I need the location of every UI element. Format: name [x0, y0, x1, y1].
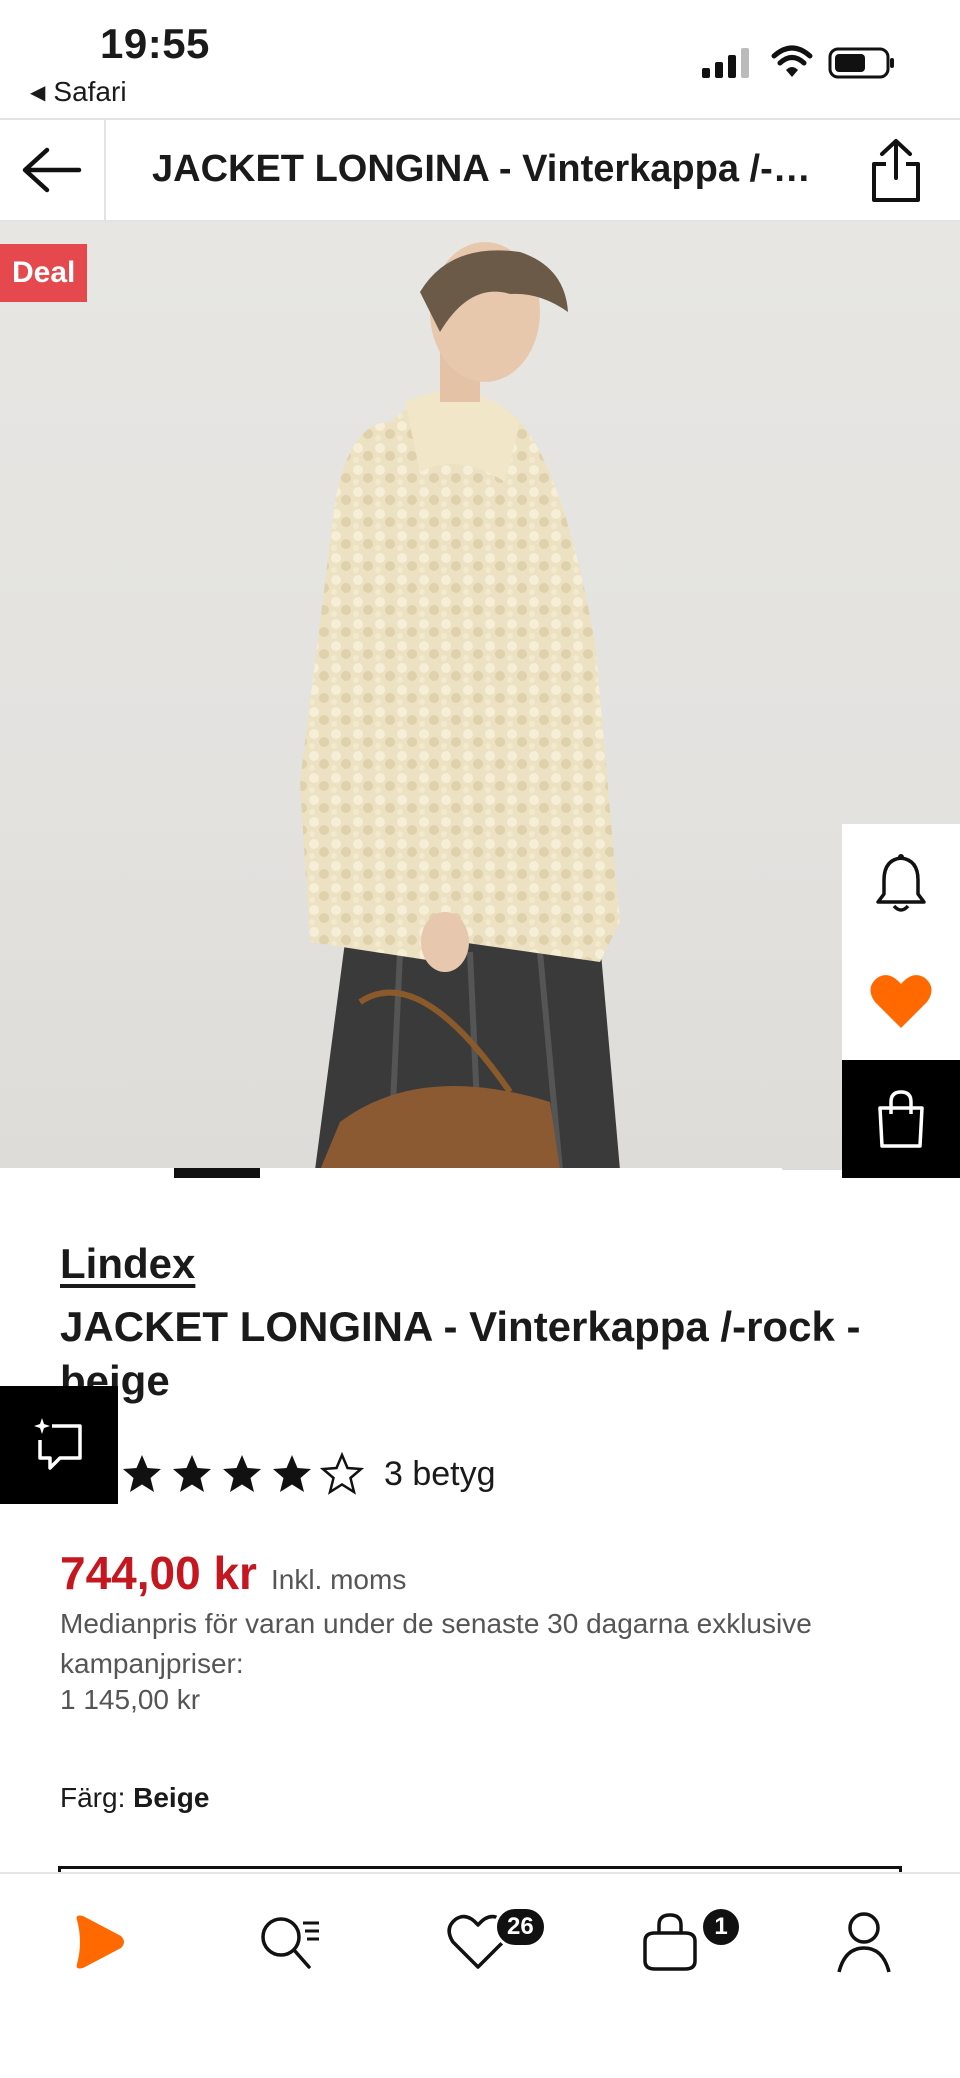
tax-note: Inkl. moms: [270, 1564, 407, 1595]
star-filled-icon: [273, 1455, 311, 1492]
star-filled-icon: [173, 1455, 211, 1492]
bag-icon: [878, 1090, 924, 1148]
color-value: Beige: [133, 1782, 210, 1813]
rating-count: 3 betyg: [384, 1454, 496, 1493]
carousel-active-dot: [174, 1168, 260, 1178]
page-title: JACKET LONGINA - Vinterkappa /-rock - be…: [152, 148, 812, 190]
color-row: Färg: Beige: [60, 1782, 209, 1814]
wishlist-toggle-button[interactable]: [842, 942, 960, 1060]
tab-home[interactable]: [46, 1902, 146, 1982]
product-name: JACKET LONGINA - Vinterkappa /-rock - be…: [60, 1303, 861, 1404]
side-actions: [842, 824, 960, 1178]
wifi-icon: [771, 45, 813, 77]
home-icon: [76, 1915, 124, 1969]
sparkle-chat-icon: [34, 1418, 82, 1470]
cart-icon: [643, 1913, 697, 1971]
image-carousel-indicator: [0, 1168, 960, 1178]
tab-bar: 26 1: [0, 1872, 960, 2078]
price: 744,00 kr: [60, 1547, 257, 1599]
signal-icon: [702, 48, 749, 78]
brand-link[interactable]: Lindex: [60, 1240, 195, 1288]
add-to-bag-button[interactable]: [842, 1060, 960, 1178]
product-image[interactable]: [0, 222, 960, 1170]
back-arrow-icon: [22, 147, 82, 193]
status-bar: 19:55 ◀ Safari: [0, 0, 960, 118]
price-alert-button[interactable]: [842, 824, 960, 942]
search-icon: [261, 1917, 319, 1969]
rating[interactable]: 3 betyg: [120, 1452, 496, 1496]
price-row: 744,00 kr Inkl. moms: [60, 1546, 406, 1600]
model-photo: [300, 242, 620, 1170]
back-to-safari[interactable]: ◀ Safari: [30, 76, 127, 108]
star-empty-icon: [320, 1452, 364, 1495]
cart-count-badge: 1: [700, 1906, 742, 1948]
status-time: 19:55: [100, 20, 210, 67]
back-app-label: Safari: [53, 76, 127, 107]
tab-search[interactable]: [240, 1902, 340, 1982]
bell-icon: [876, 854, 926, 912]
median-price-note: Medianpris för varan under de senaste 30…: [60, 1608, 812, 1679]
median-price: 1 145,00 kr: [60, 1684, 201, 1715]
share-icon[interactable]: [866, 138, 926, 204]
tab-profile[interactable]: [814, 1902, 914, 1982]
heart-icon: [870, 975, 932, 1028]
star-filled-icon: [123, 1455, 161, 1492]
star-filled-icon: [223, 1455, 261, 1492]
color-label: Färg:: [60, 1782, 126, 1813]
nav-bar: JACKET LONGINA - Vinterkappa /-rock - be…: [0, 118, 960, 222]
deal-badge: Deal: [0, 244, 88, 302]
back-triangle-icon: ◀: [30, 81, 46, 104]
wishlist-count-badge: 26: [494, 1906, 547, 1948]
back-button[interactable]: [0, 120, 106, 220]
profile-icon: [837, 1912, 891, 1973]
ai-assistant-button[interactable]: [0, 1386, 118, 1504]
carousel-track: [0, 1168, 782, 1178]
battery-icon: [828, 47, 894, 79]
